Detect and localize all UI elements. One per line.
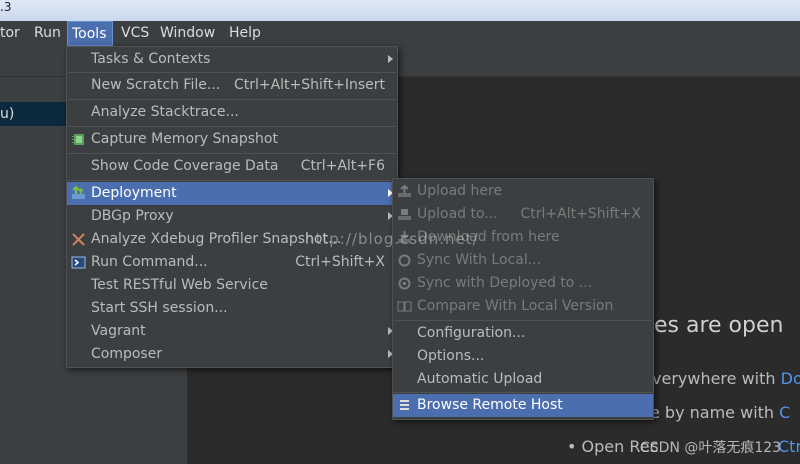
menu-item-capture-memory-snapshot[interactable]: Capture Memory Snapshot [67,128,397,151]
xdebug-icon [72,233,85,246]
menu-item-deployment[interactable]: Deployment [67,182,397,205]
menu-item-show-code-coverage[interactable]: Show Code Coverage Data Ctrl+Alt+F6 [67,155,397,178]
menu-item-label: Compare With Local Version [417,298,614,314]
menu-item-label: Composer [91,346,163,362]
remote-host-icon [400,400,409,410]
menu-item-upload-to[interactable]: Upload to... Ctrl+Alt+Shift+X [393,203,653,226]
upload-to-icon [398,209,411,220]
menu-item-label: Automatic Upload [417,371,543,387]
window-title: .3 [0,0,12,14]
menu-item-label: Options... [417,348,485,364]
menu-item-automatic-upload[interactable]: Automatic Upload [393,368,653,391]
watermark-url: http://blog.csdn.net/ [305,230,479,248]
sync-icon [398,254,411,267]
menu-help[interactable]: Help [225,21,265,46]
menu-item-tasks-contexts[interactable]: Tasks & Contexts [67,48,397,71]
menu-item-shortcut: Ctrl+Alt+Shift+Insert [233,77,385,93]
menu-item-label: Start SSH session... [91,300,228,316]
menu-item-shortcut: Ctrl+Alt+Shift+X [520,206,641,222]
menu-item-label: New Scratch File... [91,77,221,93]
menu-item-label: Vagrant [91,323,146,339]
welcome-line-gotofile-text: e by name with [650,403,775,422]
menu-item-compare-with-local[interactable]: Compare With Local Version [393,295,653,318]
menu-item-analyze-stacktrace[interactable]: Analyze Stacktrace... [67,101,397,124]
menu-item-new-scratch-file[interactable]: New Scratch File... Ctrl+Alt+Shift+Inser… [67,74,397,97]
welcome-line-gotofile-key: C [779,403,791,422]
welcome-line-search: verywhere with Do [652,369,800,388]
menu-item-vagrant[interactable]: Vagrant [67,320,397,343]
memory-snapshot-icon [72,134,84,145]
menu-item-label: Upload to... [417,206,498,222]
welcome-line-recent-key: Ctr [778,437,800,456]
welcome-title: es are open [654,313,784,338]
submenu-arrow-icon [388,55,393,63]
menu-item-test-restful[interactable]: Test RESTful Web Service [67,274,397,297]
compare-icon [397,301,412,312]
menu-item-label: Capture Memory Snapshot [91,131,278,147]
menu-item-label: Upload here [417,183,503,199]
menu-item-configuration[interactable]: Configuration... [393,322,653,345]
menu-item-options[interactable]: Options... [393,345,653,368]
terminal-icon [71,256,86,269]
menu-item-label: Deployment [91,185,177,201]
menu-item-sync-with-local[interactable]: Sync With Local... [393,249,653,272]
watermark-credit: CSDN @叶落无痕123 [640,440,782,456]
menu-item-label: Show Code Coverage Data [91,158,279,174]
menu-item-composer[interactable]: Composer [67,343,397,366]
menu-item-browse-remote-host[interactable]: Browse Remote Host [393,394,653,417]
menu-run[interactable]: Run [30,21,65,46]
welcome-line-search-text: verywhere with [652,369,776,388]
sync-deployed-icon [398,277,411,290]
menu-item-label: Browse Remote Host [417,397,563,413]
menu-item-label: Sync With Local... [417,252,542,268]
window-titlebar: .3 [0,0,800,21]
menu-item-label: Analyze Xdebug Profiler Snapshot... [91,231,342,247]
menu-separator [68,126,396,127]
deployment-submenu: Upload here Upload to... Ctrl+Alt+Shift+… [392,178,654,420]
menu-item-label: Sync with Deployed to ... [417,275,593,291]
menu-item-dbgp-proxy[interactable]: DBGp Proxy [67,205,397,228]
menu-item-shortcut: Ctrl+Shift+X [295,254,385,270]
menu-window[interactable]: Window [156,21,219,46]
menu-separator [68,153,396,154]
menu-navigate[interactable]: tor [0,21,24,46]
menu-bar: tor Run Tools VCS Window Help [0,21,800,47]
menu-separator [68,72,396,73]
menu-item-label: Run Command... [91,254,208,270]
menu-separator [68,180,396,181]
menu-item-label: Analyze Stacktrace... [91,104,239,120]
welcome-line-search-key: Do [780,369,800,388]
menu-item-label: Test RESTful Web Service [91,277,268,293]
tools-menu: Tasks & Contexts New Scratch File... Ctr… [66,46,398,368]
menu-item-run-command[interactable]: Run Command... Ctrl+Shift+X [67,251,397,274]
menu-vcs[interactable]: VCS [117,21,153,46]
menu-item-sync-with-deployed[interactable]: Sync with Deployed to ... [393,272,653,295]
menu-item-label: Configuration... [417,325,526,341]
menu-item-start-ssh[interactable]: Start SSH session... [67,297,397,320]
menu-separator [394,320,652,321]
menu-item-shortcut: Ctrl+Alt+F6 [300,158,385,174]
menu-separator [394,392,652,393]
upload-icon [398,184,411,197]
deployment-icon [72,186,85,199]
welcome-line-gotofile: e by name with C [650,403,790,422]
menu-tools[interactable]: Tools [67,21,113,46]
menu-item-label: DBGp Proxy [91,208,174,224]
menu-separator [68,99,396,100]
menu-item-upload-here[interactable]: Upload here [393,180,653,203]
menu-item-label: Tasks & Contexts [91,51,211,67]
